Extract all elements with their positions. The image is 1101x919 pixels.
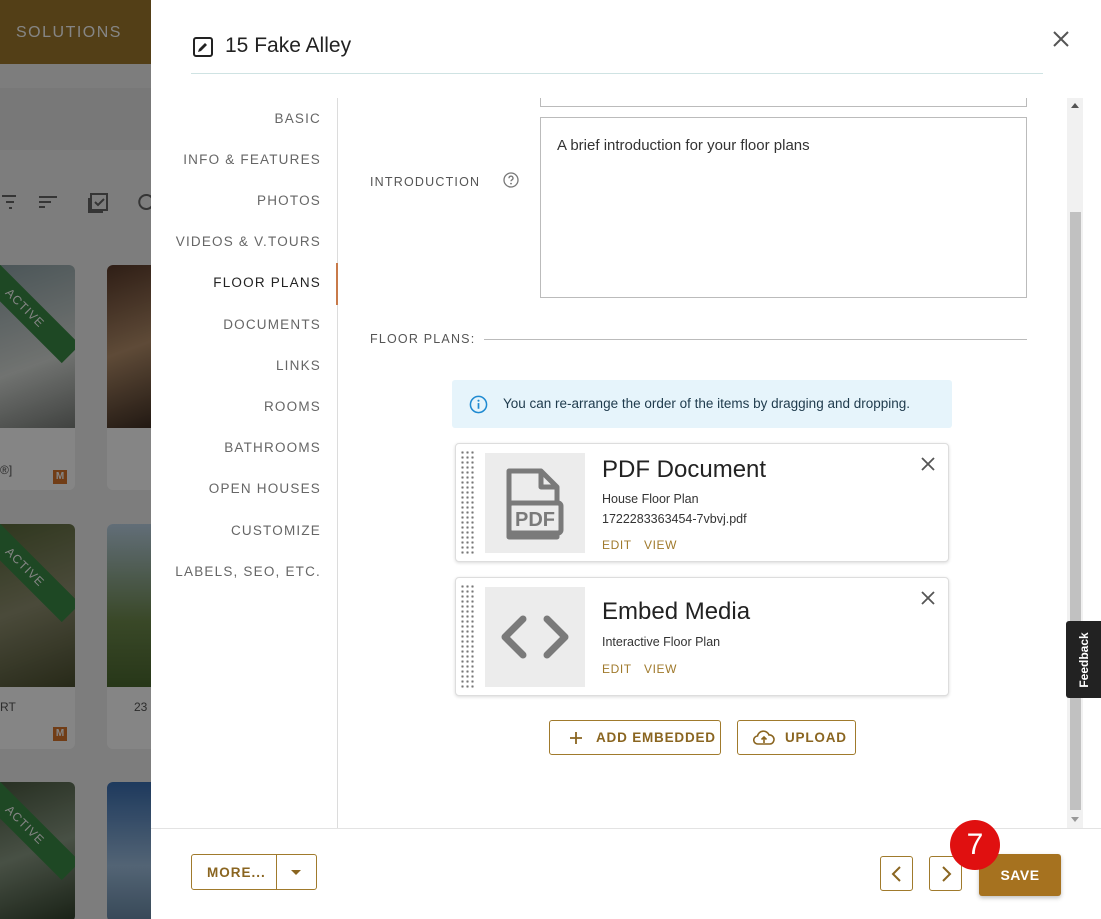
cloud-upload-icon [753,730,775,745]
chevron-right-icon [942,866,952,882]
drag-handle-icon[interactable] [460,584,474,689]
nav-item-documents[interactable]: DOCUMENTS [223,317,321,332]
floor-plans-section: INTRODUCTION A brief introduction for yo… [339,98,1067,828]
editor-toolbar [540,98,1027,107]
item-view-link[interactable]: VIEW [644,662,677,676]
upload-button[interactable]: UPLOAD [737,720,856,755]
modal-title: 15 Fake Alley [225,34,352,57]
previous-button[interactable] [880,856,913,891]
nav-item-floor-plans[interactable]: FLOOR PLANS [213,275,321,290]
item-title: PDF Document [602,456,767,483]
code-brackets-icon [485,587,585,687]
nav-item-open-houses[interactable]: OPEN HOUSES [209,481,321,496]
remove-item-icon[interactable] [920,456,936,472]
item-subtitle: Interactive Floor Plan [602,635,721,649]
item-filename: 1722283363454-7vbvj.pdf [602,512,747,526]
introduction-label: INTRODUCTION [370,175,481,189]
close-modal-icon[interactable] [1050,28,1072,50]
modal-header: 15 Fake Alley [191,0,1043,74]
nav-item-photos[interactable]: PHOTOS [257,193,321,208]
chevron-down-icon[interactable] [291,870,301,875]
feedback-tab[interactable]: Feedback [1066,621,1101,698]
info-alert: You can re-arrange the order of the item… [452,380,952,428]
scroll-down-arrow-icon[interactable] [1071,817,1079,822]
section-nav: BASIC INFO & FEATURES PHOTOS VIDEOS & V.… [151,98,338,828]
nav-item-info-features[interactable]: INFO & FEATURES [183,152,321,167]
nav-item-links[interactable]: LINKS [276,358,321,373]
nav-item-labels-seo[interactable]: LABELS, SEO, ETC. [175,564,321,579]
item-view-link[interactable]: VIEW [644,538,677,552]
more-button[interactable]: MORE... [191,854,317,890]
item-edit-link[interactable]: EDIT [602,538,632,552]
upload-label: UPLOAD [785,730,847,745]
svg-text:PDF: PDF [515,509,555,531]
divider [276,855,277,889]
edit-listing-modal: 15 Fake Alley BASIC INFO & FEATURES PHOT… [151,0,1101,919]
divider [484,339,1027,340]
nav-item-bathrooms[interactable]: BATHROOMS [224,440,321,455]
nav-active-indicator [336,263,338,305]
floor-plan-item[interactable]: PDF PDF Document House Floor Plan 172228… [455,443,949,562]
nav-item-basic[interactable]: BASIC [274,111,321,126]
add-embedded-button[interactable]: ADD EMBEDDED [549,720,721,755]
feedback-label: Feedback [1076,631,1091,688]
more-button-label: MORE... [207,865,266,880]
introduction-editor[interactable]: A brief introduction for your floor plan… [540,117,1027,298]
scrollbar[interactable] [1067,98,1083,828]
drag-handle-icon[interactable] [460,450,474,555]
nav-item-rooms[interactable]: ROOMS [264,399,321,414]
add-embedded-label: ADD EMBEDDED [596,730,716,745]
item-title: Embed Media [602,598,751,625]
info-icon [469,395,488,414]
remove-item-icon[interactable] [920,590,936,606]
chevron-left-icon [891,866,901,882]
item-edit-link[interactable]: EDIT [602,662,632,676]
floor-plan-item[interactable]: Embed Media Interactive Floor Plan EDIT … [455,577,949,696]
step-badge: 7 [950,820,1000,870]
plus-icon [570,732,582,744]
scroll-up-arrow-icon[interactable] [1071,103,1079,108]
pdf-file-icon: PDF [485,453,585,553]
edit-icon [193,37,213,57]
info-message: You can re-arrange the order of the item… [503,396,911,411]
introduction-text[interactable]: A brief introduction for your floor plan… [557,137,810,154]
item-subtitle: House Floor Plan [602,492,699,506]
floor-plans-label: FLOOR PLANS: [370,332,476,346]
nav-item-customize[interactable]: CUSTOMIZE [231,523,321,538]
nav-item-videos-tours[interactable]: VIDEOS & V.TOURS [176,234,321,249]
help-icon[interactable] [503,172,519,188]
scrollbar-thumb[interactable] [1070,212,1081,810]
